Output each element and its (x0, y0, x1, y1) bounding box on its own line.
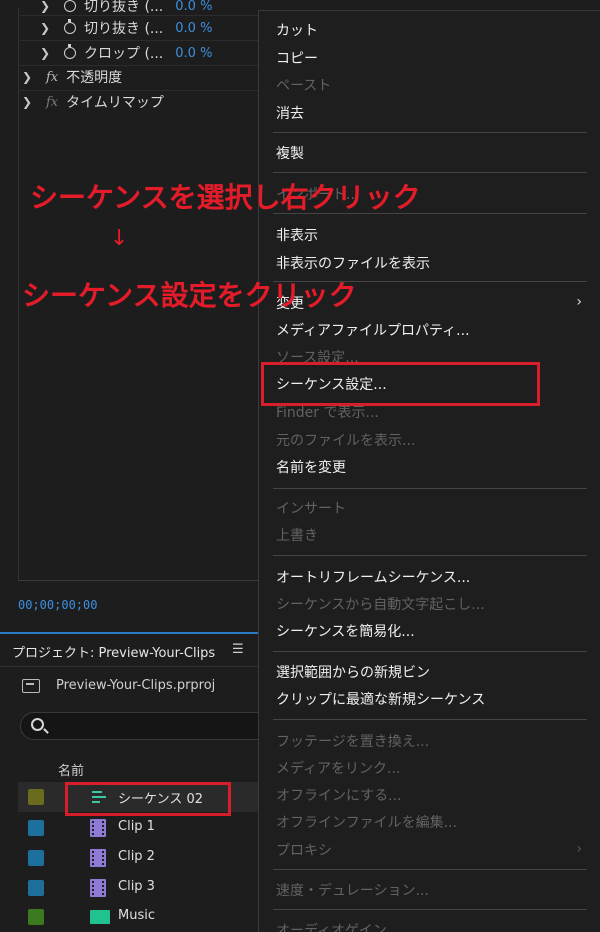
property-value[interactable]: 0.0 % (175, 0, 212, 14)
audio-icon (90, 910, 110, 924)
effect-label: 不透明度 (66, 70, 123, 86)
menu-separator (273, 869, 587, 870)
menu-item-duplicate[interactable]: 複製 (276, 144, 304, 164)
item-name: Clip 2 (118, 849, 155, 864)
effect-group-opacity[interactable]: ❯ fx 不透明度 (22, 65, 122, 89)
stopwatch-icon[interactable] (64, 44, 76, 59)
project-file-name: Preview-Your-Clips.prproj (56, 678, 216, 693)
label-color-swatch[interactable] (28, 850, 44, 866)
fx-icon[interactable]: fx (46, 95, 58, 110)
hamburger-icon[interactable]: ☰ (232, 642, 244, 657)
menu-item-hide[interactable]: 非表示 (276, 226, 318, 246)
highlight-box-sequence-settings (261, 362, 540, 406)
project-item-audio[interactable]: Music (18, 902, 278, 932)
label-color-swatch[interactable] (28, 820, 44, 836)
menu-separator (273, 909, 587, 910)
menu-item-copy[interactable]: コピー (276, 49, 318, 69)
project-panel-tab[interactable]: プロジェクト: Preview-Your-Clips (12, 642, 215, 661)
menu-item-proxy[interactable]: プロキシ (276, 841, 332, 861)
chevron-right-icon[interactable]: ❯ (40, 0, 54, 13)
property-value[interactable]: 0.0 % (175, 46, 212, 61)
label-color-swatch[interactable] (28, 789, 44, 805)
item-name: Music (118, 908, 155, 923)
project-file: Preview-Your-Clips.prproj (22, 678, 215, 693)
menu-item-reveal-original[interactable]: 元のファイルを表示... (276, 431, 415, 451)
menu-separator (273, 132, 587, 133)
menu-item-paste[interactable]: ペースト (276, 76, 331, 96)
fx-icon[interactable]: fx (46, 70, 58, 85)
menu-item-new-sequence-from-clip[interactable]: クリップに最適な新規シーケンス (276, 690, 485, 710)
menu-item-replace-footage[interactable]: フッテージを置き換え... (276, 732, 429, 752)
annotation-step-2: シーケンス設定をクリック (22, 279, 357, 312)
effect-property-row[interactable]: ❯ 切り抜き (... 0.0 % (40, 16, 212, 40)
menu-item-new-bin-from-selection[interactable]: 選択範囲からの新規ビン (276, 663, 430, 683)
menu-item-insert[interactable]: インサート (276, 499, 346, 519)
search-input[interactable] (20, 712, 280, 740)
project-item-clip[interactable]: Clip 1 (18, 813, 278, 843)
column-header-name[interactable]: 名前 (58, 760, 84, 779)
effect-group-time-remap[interactable]: ❯ fx タイムリマップ (22, 90, 164, 114)
stopwatch-icon[interactable] (64, 0, 76, 12)
clip-icon (90, 879, 106, 897)
effect-label: タイムリマップ (66, 95, 164, 111)
item-name: Clip 3 (118, 879, 155, 894)
menu-item-audio-gain[interactable]: オーディオゲイン... (276, 921, 400, 932)
panel-divider (18, 8, 19, 580)
submenu-arrow-icon: › (576, 841, 582, 857)
stopwatch-icon[interactable] (64, 19, 76, 34)
menu-separator (273, 488, 587, 489)
menu-item-clear[interactable]: 消去 (276, 104, 304, 124)
menu-item-overwrite[interactable]: 上書き (276, 526, 318, 546)
menu-item-link-media[interactable]: メディアをリンク... (276, 759, 400, 779)
search-icon (31, 718, 44, 731)
menu-item-reveal-in-finder[interactable]: Finder で表示... (276, 403, 379, 423)
effect-property-row[interactable]: ❯ クロップ (... 0.0 % (40, 41, 212, 65)
project-item-clip[interactable]: Clip 2 (18, 843, 278, 873)
menu-item-speed-duration[interactable]: 速度・デュレーション... (276, 881, 429, 901)
context-menu: カット コピー ペースト 消去 複製 インポート... 非表示 非表示のファイル… (258, 10, 600, 932)
property-value[interactable]: 0.0 % (175, 21, 212, 36)
property-label: 切り抜き (... (84, 21, 164, 37)
highlight-box-sequence (65, 782, 231, 816)
project-item-clip[interactable]: Clip 3 (18, 873, 278, 903)
clip-icon (90, 849, 106, 867)
menu-separator (273, 555, 587, 556)
menu-separator (273, 172, 587, 173)
menu-item-rename[interactable]: 名前を変更 (276, 458, 346, 478)
clip-icon (90, 819, 106, 837)
chevron-right-icon[interactable]: ❯ (40, 21, 54, 35)
timecode-display[interactable]: 00;00;00;00 (18, 598, 97, 612)
menu-item-show-hidden[interactable]: 非表示のファイルを表示 (276, 254, 430, 274)
property-label: 切り抜き (... (84, 0, 164, 15)
chevron-right-icon[interactable]: ❯ (40, 46, 54, 60)
annotation-step-1: シーケンスを選択し右クリック (30, 181, 421, 214)
submenu-arrow-icon: › (576, 294, 582, 310)
menu-item-simplify-sequence[interactable]: シーケンスを簡易化... (276, 622, 415, 642)
label-color-swatch[interactable] (28, 880, 44, 896)
label-color-swatch[interactable] (28, 909, 44, 925)
menu-item-media-properties[interactable]: メディアファイルプロパティ... (276, 321, 470, 341)
menu-item-make-offline[interactable]: オフラインにする... (276, 786, 402, 806)
project-file-icon (22, 678, 40, 693)
menu-separator (273, 719, 587, 720)
menu-item-auto-transcribe[interactable]: シーケンスから自動文字起こし... (276, 595, 485, 615)
item-name: Clip 1 (118, 819, 155, 834)
menu-item-auto-reframe[interactable]: オートリフレームシーケンス... (276, 568, 470, 588)
chevron-right-icon[interactable]: ❯ (22, 70, 36, 84)
property-label: クロップ (... (84, 46, 164, 62)
chevron-right-icon[interactable]: ❯ (22, 95, 36, 109)
menu-item-cut[interactable]: カット (276, 21, 318, 41)
menu-item-edit-offline[interactable]: オフラインファイルを編集... (276, 813, 457, 833)
menu-separator (273, 651, 587, 652)
panel-footer-divider (18, 580, 258, 581)
arrow-down-icon: ↓ (110, 226, 129, 251)
